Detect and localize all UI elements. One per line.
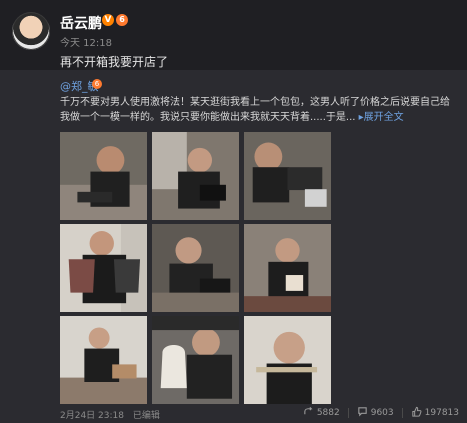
post-meta: 今天 12:18: [60, 34, 112, 49]
like-count: 197813: [424, 408, 459, 418]
verified-badge: V: [102, 14, 114, 26]
photo-thumbnail[interactable]: [244, 316, 331, 404]
photo-thumbnail[interactable]: [244, 132, 331, 220]
repost-like-action[interactable]: 197813: [411, 406, 459, 420]
expand-full-text-link[interactable]: ▸展开全文: [359, 112, 404, 123]
author-name[interactable]: 岳云鹏: [60, 13, 102, 33]
author-avatar[interactable]: [12, 12, 50, 50]
action-divider: [401, 408, 403, 418]
post-time[interactable]: 今天 12:18: [60, 38, 112, 49]
weibo-post: 岳云鹏 V 6 今天 12:18 再不开箱我要开店了 @郑_敏 6 千万不要对男…: [0, 0, 467, 423]
comment-icon: [357, 406, 368, 420]
repost-level-badge: 6: [92, 79, 102, 89]
photo-thumbnail[interactable]: [60, 316, 147, 404]
repost-footer: 2月24日 23:18 已编辑: [60, 408, 160, 421]
photo-thumbnail[interactable]: [60, 132, 147, 220]
edited-label: 已编辑: [132, 411, 160, 421]
repost-time[interactable]: 2月24日 23:18: [60, 411, 124, 421]
repost-text: 千万不要对男人使用激将法！某天逛街我看上一个包包，这男人听了价格之后说要自己给我…: [60, 95, 455, 125]
photo-thumbnail[interactable]: [152, 316, 239, 404]
comment-count: 9603: [370, 408, 394, 418]
repost-share-action[interactable]: 5882: [303, 406, 340, 420]
action-divider: [347, 408, 349, 418]
level-badge: 6: [116, 14, 128, 26]
photo-thumbnail[interactable]: [244, 224, 331, 312]
repost-actions: 5882 9603 197813: [303, 406, 459, 420]
photo-grid: [60, 132, 332, 404]
repost-comment-action[interactable]: 9603: [357, 406, 394, 420]
repost-count: 5882: [316, 408, 340, 418]
photo-thumbnail[interactable]: [152, 224, 239, 312]
share-icon: [303, 406, 314, 420]
post-text: 再不开箱我要开店了: [60, 55, 169, 69]
photo-thumbnail[interactable]: [152, 132, 239, 220]
like-icon: [411, 406, 422, 420]
photo-thumbnail[interactable]: [60, 224, 147, 312]
